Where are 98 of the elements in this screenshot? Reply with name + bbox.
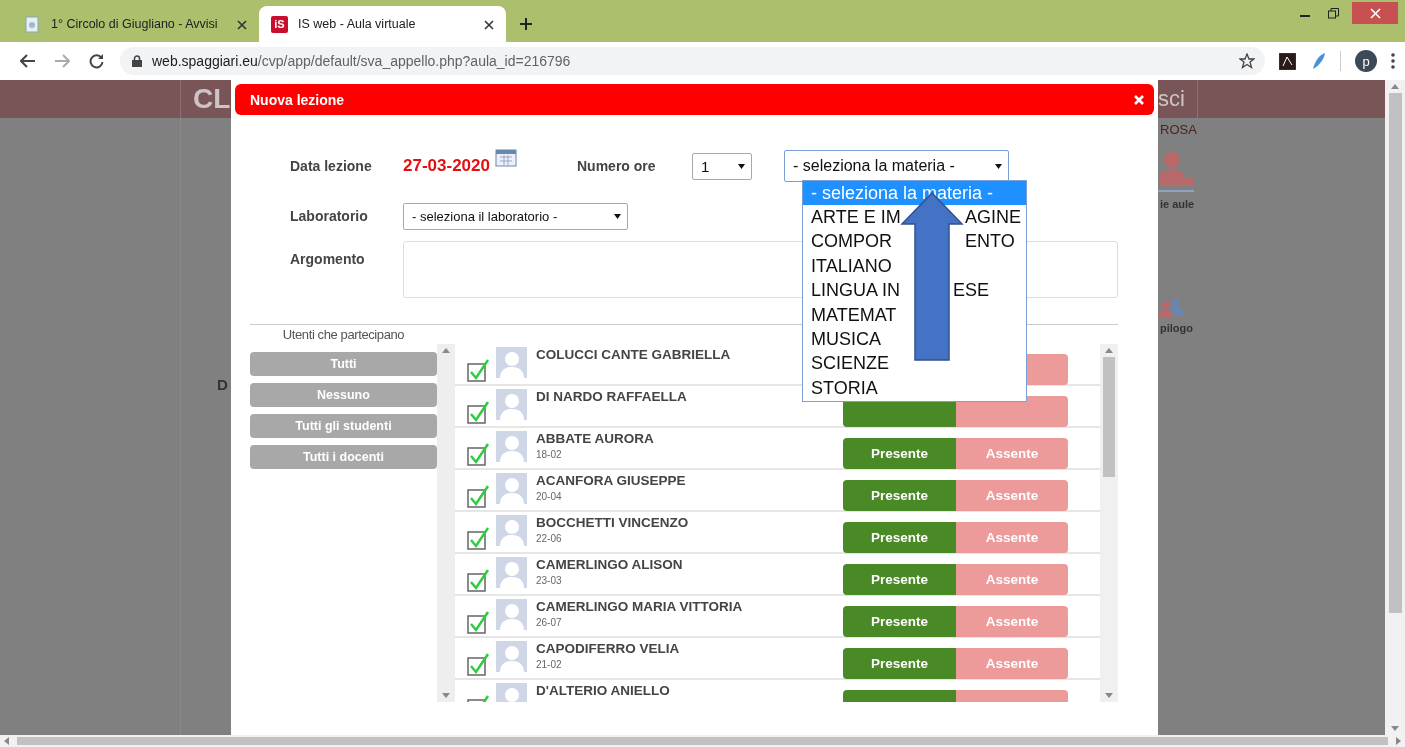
scroll-down-icon[interactable] — [1105, 693, 1113, 698]
field-label: Laboratorio — [289, 208, 369, 224]
checkbox[interactable] — [467, 610, 490, 634]
absent-button[interactable]: Assente — [956, 521, 1068, 553]
menu-icon[interactable] — [1391, 53, 1395, 69]
caret-icon — [738, 163, 745, 169]
document-icon — [24, 15, 41, 33]
browser-tab[interactable]: iS IS web - Aula virtuale — [259, 6, 506, 42]
absent-button[interactable]: Assente — [956, 647, 1068, 679]
feather-icon[interactable] — [1310, 52, 1326, 70]
filter-button[interactable]: Tutti i docenti — [250, 445, 437, 469]
lesson-date: 27-03-2020 — [403, 156, 491, 176]
birth-date: 21-02 — [536, 659, 563, 670]
section-label: Utenti che partecipano — [281, 327, 406, 344]
lock-icon — [132, 55, 142, 67]
user-avatar-icon — [498, 393, 525, 420]
present-button[interactable]: Presente — [843, 563, 956, 595]
present-button[interactable]: Presente — [843, 437, 956, 469]
user-name: D'ALTERIO ANIELLO — [536, 683, 671, 698]
user-avatar-icon — [498, 561, 525, 588]
tab-title: 1° Circolo di Giugliano - Avvisi — [51, 17, 219, 31]
dropdown-option[interactable]: - seleziona la materia - — [803, 181, 1026, 206]
filter-button[interactable]: Nessuno — [250, 383, 437, 407]
birth-date: 23-03 — [536, 575, 563, 586]
browser-tab[interactable]: 1° Circolo di Giugliano - Avvisi — [12, 6, 259, 42]
present-button[interactable]: Presente — [843, 521, 956, 553]
user-name: CAPODIFERRO VELIA — [536, 641, 681, 656]
scroll-up-icon[interactable] — [1105, 348, 1113, 353]
url-text: web.spaggiari.eu/cvp/app/default/sva_appello.php?aula_id=216796 — [152, 53, 572, 69]
scrollbar-thumb[interactable] — [1388, 93, 1402, 613]
user-name: BOCCHETTI VINCENZO — [536, 515, 690, 530]
scroll-right-icon[interactable] — [1396, 737, 1401, 745]
site-logo: iS — [271, 15, 288, 33]
checkbox[interactable] — [467, 568, 490, 592]
field-label: Argomento — [289, 250, 366, 267]
birth-date: 22-06 — [536, 533, 563, 544]
birth-date: 20-04 — [536, 491, 563, 502]
filter-button[interactable]: Tutti — [250, 352, 437, 376]
absent-button[interactable]: Assente — [956, 605, 1068, 637]
checkbox[interactable] — [467, 358, 490, 382]
checkbox[interactable] — [467, 526, 490, 550]
present-button[interactable]: Presente — [843, 647, 956, 679]
hours-select[interactable]: 1 — [692, 152, 752, 180]
scrollbar[interactable] — [1100, 344, 1118, 702]
birth-date: 18-02 — [536, 449, 563, 460]
page-header-text: CL — [193, 83, 231, 115]
scrollbar-thumb[interactable] — [17, 737, 1388, 745]
calendar-icon[interactable] — [495, 147, 517, 167]
scrollbar[interactable] — [437, 344, 455, 702]
field-label: Data lezione — [289, 158, 373, 174]
user-avatar-icon — [498, 603, 525, 630]
checkbox[interactable] — [467, 442, 490, 466]
caret-icon — [995, 163, 1002, 169]
scroll-down-icon[interactable] — [1391, 726, 1399, 731]
absent-button[interactable]: Assente — [956, 479, 1068, 511]
caret-icon — [614, 213, 621, 219]
absent-button[interactable]: Assente — [956, 563, 1068, 595]
subject-select[interactable]: - seleziona la materia - — [784, 150, 1009, 182]
pdf-extension-icon[interactable] — [1279, 52, 1296, 70]
scrollbar[interactable] — [1385, 80, 1405, 735]
filter-button[interactable]: Tutti gli studenti — [250, 414, 437, 438]
scrollbar-thumb[interactable] — [1103, 357, 1115, 477]
user-name: CAMERLINGO MARIA VITTORIA — [536, 599, 744, 614]
people-icon — [1158, 298, 1184, 320]
address-bar[interactable]: web.spaggiari.eu/cvp/app/default/sva_appello.php?aula_id=216796 — [120, 47, 1265, 75]
user-avatar-icon — [498, 645, 525, 672]
scrollbar[interactable] — [0, 735, 1405, 747]
present-button[interactable]: Presente — [843, 479, 956, 511]
user-name: COLUCCI CANTE GABRIELLA — [536, 347, 732, 362]
present-button[interactable]: Presente — [843, 605, 956, 637]
user-avatar-icon — [498, 435, 525, 462]
user-avatar-icon — [498, 477, 525, 504]
scroll-up-icon[interactable] — [1391, 84, 1399, 89]
dialog-title: Nuova lezione — [250, 91, 345, 108]
checkbox[interactable] — [467, 484, 490, 508]
teacher-icon — [1158, 150, 1194, 194]
page-caption: ROSA — [1159, 121, 1197, 139]
user-avatar-icon — [498, 351, 525, 378]
scroll-down-icon[interactable] — [442, 693, 450, 698]
field-label: Numero ore — [577, 158, 657, 174]
page-label: D — [216, 376, 229, 393]
lab-select[interactable]: - seleziona il laboratorio - — [403, 202, 628, 230]
star-icon[interactable] — [1239, 53, 1255, 69]
scroll-up-icon[interactable] — [442, 348, 450, 353]
checkbox[interactable] — [467, 652, 490, 676]
user-name: DI NARDO RAFFAELLA — [536, 389, 688, 404]
user-name: CAMERLINGO ALISON — [536, 557, 684, 572]
checkbox[interactable] — [467, 400, 490, 424]
birth-date: 26-07 — [536, 617, 563, 628]
scroll-left-icon[interactable] — [4, 737, 9, 745]
close-window-icon[interactable] — [1352, 2, 1398, 24]
user-avatar-icon — [498, 519, 525, 546]
tab-title: IS web - Aula virtuale — [298, 17, 417, 31]
user-name: ABBATE AURORA — [536, 431, 655, 446]
page-header-text: sci — [1158, 86, 1185, 112]
user-name: ACANFORA GIUSEPPE — [536, 473, 687, 488]
absent-button[interactable]: Assente — [956, 437, 1068, 469]
profile-avatar[interactable]: p — [1355, 50, 1377, 72]
